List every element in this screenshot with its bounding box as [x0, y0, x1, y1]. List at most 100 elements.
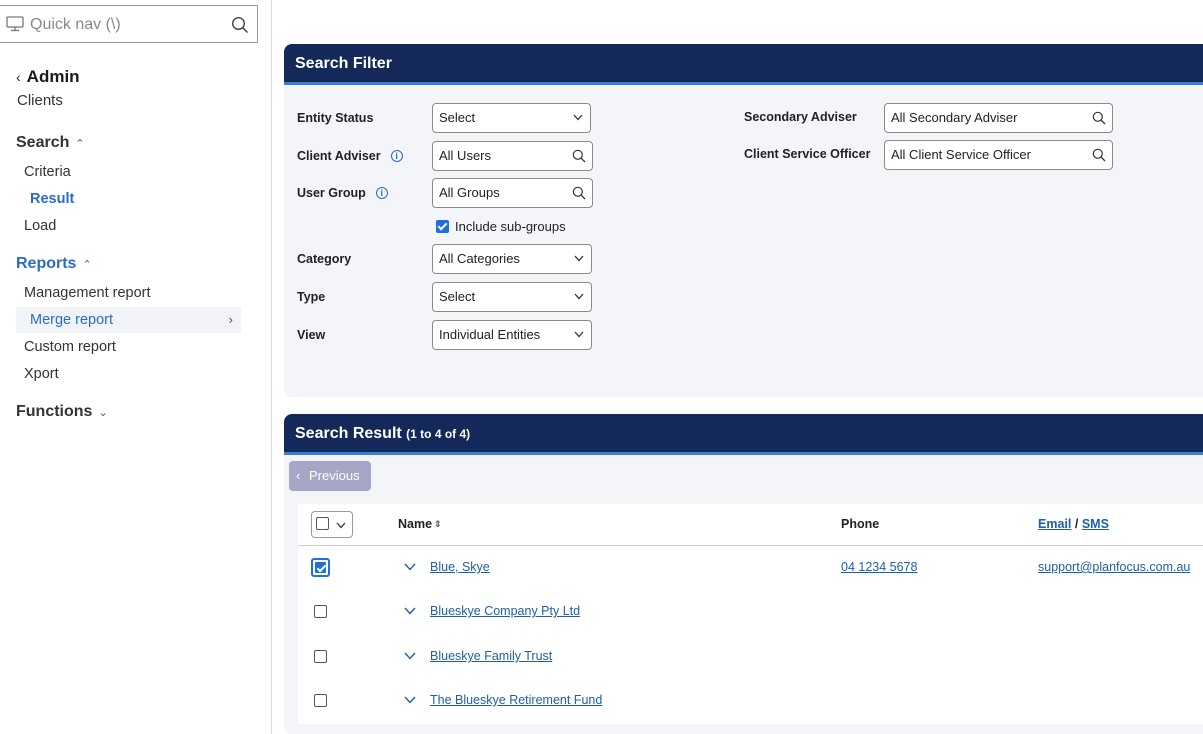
chevron-right-icon: ›: [228, 312, 233, 327]
clients-subtitle: Clients: [17, 92, 63, 109]
client-adviser-lookup[interactable]: All Users: [432, 141, 593, 171]
nav-merge-report[interactable]: Merge report ›: [16, 307, 241, 333]
category-label: Category: [297, 252, 352, 266]
nav-criteria[interactable]: Criteria: [24, 164, 71, 180]
row-checkbox[interactable]: [314, 694, 327, 707]
client-service-officer-lookup[interactable]: All Client Service Officer: [884, 140, 1113, 170]
column-name-label: Name: [398, 517, 433, 531]
entity-name-link[interactable]: Blueskye Company Pty Ltd: [430, 604, 580, 618]
results-table: Name ⇕ Phone Email / SMS Blue, Skye 04 12…: [298, 504, 1203, 724]
table-row: The Blueskye Retirement Fund: [298, 679, 1203, 723]
search-filter-header: Search Filter: [284, 44, 1203, 85]
user-group-value: All Groups: [439, 185, 500, 200]
table-header: Name ⇕ Phone Email / SMS: [298, 504, 1203, 546]
nav-xport[interactable]: Xport: [24, 366, 59, 382]
search-section-label: Search: [16, 134, 70, 151]
search-result-title: Search Result: [295, 425, 402, 442]
previous-button[interactable]: ‹ Previous: [289, 461, 371, 491]
view-select[interactable]: Individual Entities: [432, 320, 592, 350]
chevron-down-icon[interactable]: [404, 563, 416, 571]
entity-name-link[interactable]: Blue, Skye: [430, 560, 490, 574]
functions-section-label: Functions: [16, 403, 93, 420]
search-icon[interactable]: [1092, 148, 1106, 162]
email-column-link[interactable]: Email: [1038, 517, 1071, 531]
search-result-panel: Search Result (1 to 4 of 4) ‹ Previous N…: [284, 414, 1203, 734]
secondary-adviser-lookup[interactable]: All Secondary Adviser: [884, 103, 1113, 133]
result-count: (1 to 4 of 4): [406, 427, 471, 441]
client-adviser-label-text: Client Adviser: [297, 149, 381, 163]
chevron-down-icon[interactable]: [336, 522, 346, 529]
column-phone-header: Phone: [841, 517, 880, 531]
user-group-lookup[interactable]: All Groups: [432, 178, 593, 208]
search-section-toggle[interactable]: Search ⌃: [16, 134, 85, 152]
row-checkbox[interactable]: [314, 605, 327, 618]
table-row: Blueskye Family Trust: [298, 635, 1203, 679]
client-adviser-label: Client Adviser i: [297, 149, 403, 163]
category-value: All Categories: [439, 251, 520, 266]
row-checkbox[interactable]: [311, 558, 330, 577]
chevron-down-icon[interactable]: [404, 696, 416, 704]
chevron-down-icon[interactable]: [404, 607, 416, 615]
quick-nav[interactable]: [0, 5, 258, 43]
search-icon[interactable]: [1092, 111, 1106, 125]
column-email-sms-header: Email / SMS: [1038, 517, 1109, 531]
entity-name-link[interactable]: The Blueskye Retirement Fund: [430, 693, 602, 707]
search-icon[interactable]: [572, 186, 586, 200]
functions-section-toggle[interactable]: Functions ⌄: [16, 403, 108, 421]
back-to-admin[interactable]: ‹ Admin: [16, 67, 80, 87]
table-row: Blueskye Company Pty Ltd: [298, 590, 1203, 634]
email-link[interactable]: support@planfocus.com.au: [1038, 560, 1190, 574]
sms-column-link[interactable]: SMS: [1082, 517, 1109, 531]
nav-merge-report-label: Merge report: [30, 312, 114, 328]
chevron-down-icon: ⌄: [98, 406, 108, 419]
info-icon[interactable]: i: [375, 187, 388, 199]
view-label: View: [297, 328, 326, 342]
chevron-up-icon: ⌃: [82, 258, 92, 271]
include-subgroups-label: Include sub-groups: [455, 219, 566, 234]
phone-link[interactable]: 04 1234 5678: [841, 560, 917, 574]
client-service-officer-label: Client Service Officer: [744, 147, 871, 161]
user-group-label-text: User Group: [297, 186, 366, 200]
chevron-left-icon: ‹: [16, 69, 21, 85]
type-value: Select: [439, 289, 476, 304]
monitor-icon: [6, 16, 24, 32]
entity-status-label: Entity Status: [297, 111, 374, 125]
nav-result[interactable]: Result: [30, 191, 74, 207]
info-icon[interactable]: i: [390, 150, 403, 162]
reports-section-toggle[interactable]: Reports ⌃: [16, 255, 92, 273]
reports-section-label: Reports: [16, 255, 77, 272]
sort-icon[interactable]: ⇕: [434, 519, 442, 530]
entity-name-link[interactable]: Blueskye Family Trust: [430, 649, 552, 663]
search-filter-panel: Search Filter Entity Status Select Clien…: [284, 44, 1203, 397]
sidebar: ‹ Admin Clients Search ⌃ Criteria Result…: [0, 0, 272, 734]
type-label: Type: [297, 290, 326, 304]
search-icon[interactable]: [231, 16, 249, 34]
client-service-officer-value: All Client Service Officer: [891, 147, 1031, 162]
entity-status-select[interactable]: Select: [432, 103, 591, 133]
category-select[interactable]: All Categories: [432, 244, 592, 274]
select-all-checkbox[interactable]: [316, 517, 329, 530]
chevron-left-icon: ‹: [296, 468, 301, 483]
include-subgroups-checkbox[interactable]: [436, 220, 449, 233]
chevron-down-icon: [574, 255, 584, 262]
type-select[interactable]: Select: [432, 282, 592, 312]
table-row: Blue, Skye 04 1234 5678 support@planfocu…: [298, 546, 1203, 590]
search-result-header: Search Result (1 to 4 of 4): [284, 414, 1203, 455]
nav-management-report[interactable]: Management report: [24, 285, 151, 301]
chevron-down-icon: [573, 114, 583, 121]
nav-custom-report[interactable]: Custom report: [24, 339, 116, 355]
column-name-header[interactable]: Name ⇕: [398, 517, 442, 531]
include-subgroups-row[interactable]: Include sub-groups: [436, 219, 566, 234]
select-all-dropdown[interactable]: [311, 511, 353, 538]
row-checkbox[interactable]: [314, 650, 327, 663]
search-icon[interactable]: [572, 149, 586, 163]
quick-nav-input[interactable]: [30, 14, 220, 36]
nav-load[interactable]: Load: [24, 218, 56, 234]
previous-label: Previous: [309, 468, 360, 483]
chevron-down-icon: [574, 331, 584, 338]
entity-status-value: Select: [439, 110, 476, 125]
column-separator: /: [1074, 517, 1079, 531]
admin-title: Admin: [26, 67, 80, 86]
user-group-label: User Group i: [297, 186, 388, 200]
chevron-down-icon[interactable]: [404, 652, 416, 660]
